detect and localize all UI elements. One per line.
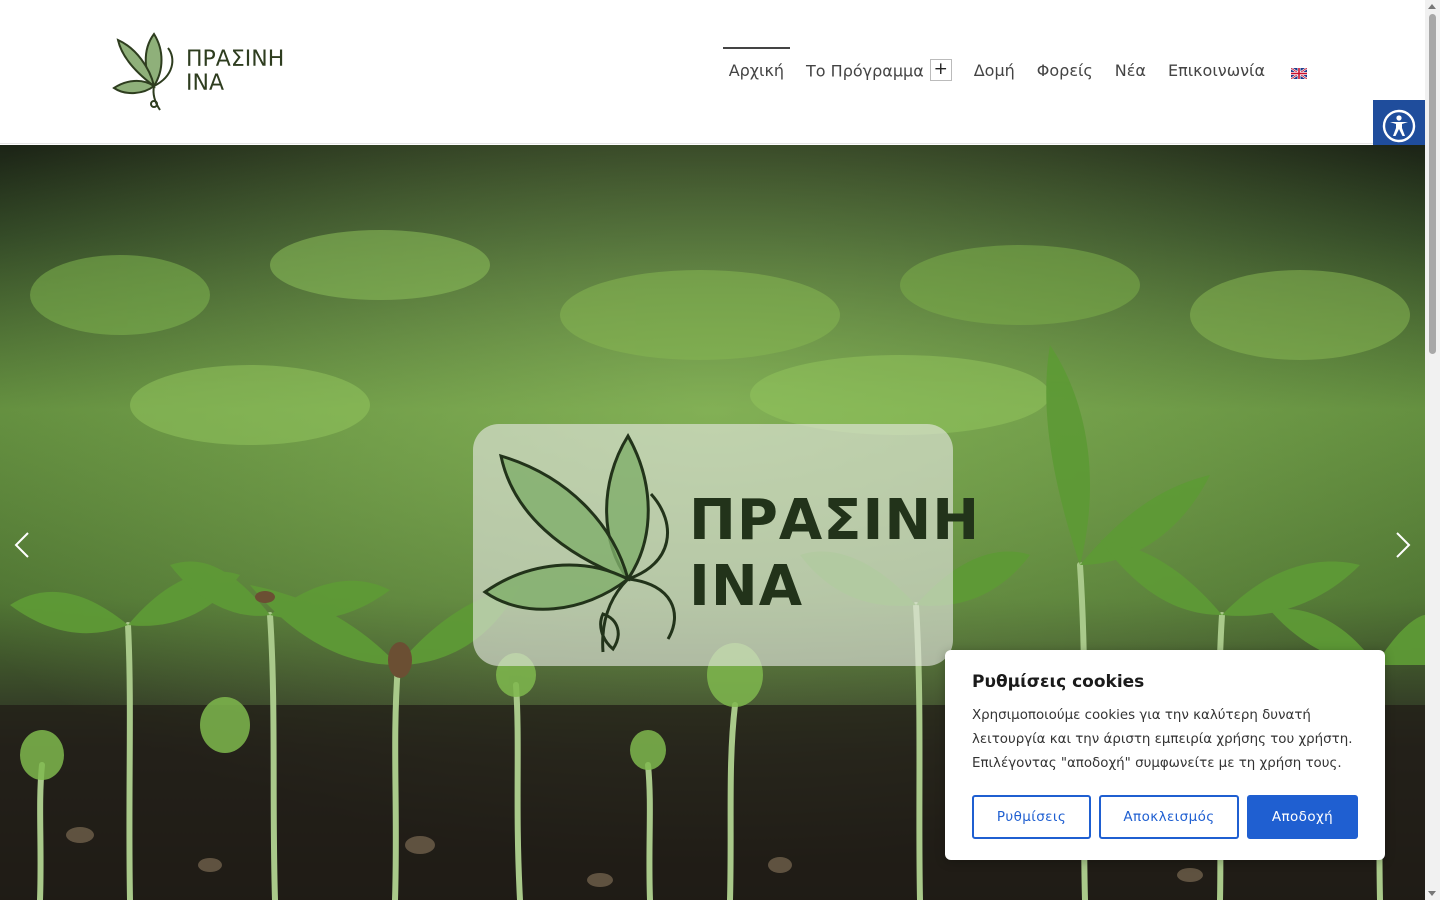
scroll-down-arrow-icon[interactable] [1428,891,1436,896]
cookie-text: Χρησιμοποιούμε cookies για την καλύτερη … [972,708,1353,771]
nav-item-contact[interactable]: Επικοινωνία [1162,48,1271,85]
hero-logo-text: ΠΡΑΣΙΝΗ ΙΝΑ [689,488,980,620]
cookie-accept-button[interactable]: Αποδοχή [1247,795,1358,839]
nav-item-label: Επικοινωνία [1167,61,1265,80]
cookie-title: Ρυθμίσεις cookies [972,672,1145,692]
nav-item-news[interactable]: Νέα [1109,48,1152,85]
logo-line2: ΙΝΑ [186,71,224,96]
hero-logo-card: ΠΡΑΣΙΝΗ ΙΝΑ [473,424,979,666]
cookie-reject-button[interactable]: Αποκλεισμός [1099,795,1239,839]
cookie-settings-button[interactable]: Ρυθμίσεις [972,795,1091,839]
nav-item-label: Νέα [1114,61,1146,80]
chevron-right-icon[interactable] [1391,530,1415,560]
main-nav: Αρχική Το Πρόγραμμα + Δομή Φορείς Νέα Επι… [713,47,1307,98]
nav-item-label: Το Πρόγραμμα [806,61,924,81]
submenu-toggle-button[interactable]: + [929,59,952,81]
nav-item-home[interactable]: Αρχική [722,47,791,85]
cookie-buttons: Ρυθμίσεις Αποκλεισμός Αποδοχή [972,795,1358,839]
site-header: ΠΡΑΣΙΝΗ ΙΝΑ Αρχική Το Πρόγραμμα + Δομή Φο… [0,0,1425,144]
logo-leaves-icon [112,32,174,111]
scrollbar-thumb[interactable] [1429,14,1436,354]
logo-text: ΠΡΑΣΙΝΗ ΙΝΑ [186,48,284,96]
scroll-up-arrow-icon[interactable] [1428,4,1436,9]
nav-item-program[interactable]: Το Πρόγραμμα + [800,48,958,85]
nav-item-partners[interactable]: Φορείς [1031,48,1099,85]
logo-line1: ΠΡΑΣΙΝΗ [186,47,285,72]
hero-logo-line1: ΠΡΑΣΙΝΗ [689,488,981,553]
nav-item-label: Δομή [973,61,1015,80]
cookie-banner: Ρυθμίσεις cookies Χρησιμοποιούμε cookies… [945,650,1385,860]
uk-flag-icon[interactable] [1291,68,1307,79]
hero-logo-line2: ΙΝΑ [689,554,804,619]
nav-item-structure[interactable]: Δομή [968,48,1021,85]
page-scrollbar[interactable] [1425,0,1440,900]
hero-logo-leaves-icon [482,433,676,653]
accessibility-icon [1382,109,1416,143]
nav-item-label: Αρχική [728,61,785,80]
nav-item-label: Φορείς [1036,61,1093,80]
site-logo[interactable]: ΠΡΑΣΙΝΗ ΙΝΑ [112,30,284,114]
chevron-left-icon[interactable] [10,530,34,560]
